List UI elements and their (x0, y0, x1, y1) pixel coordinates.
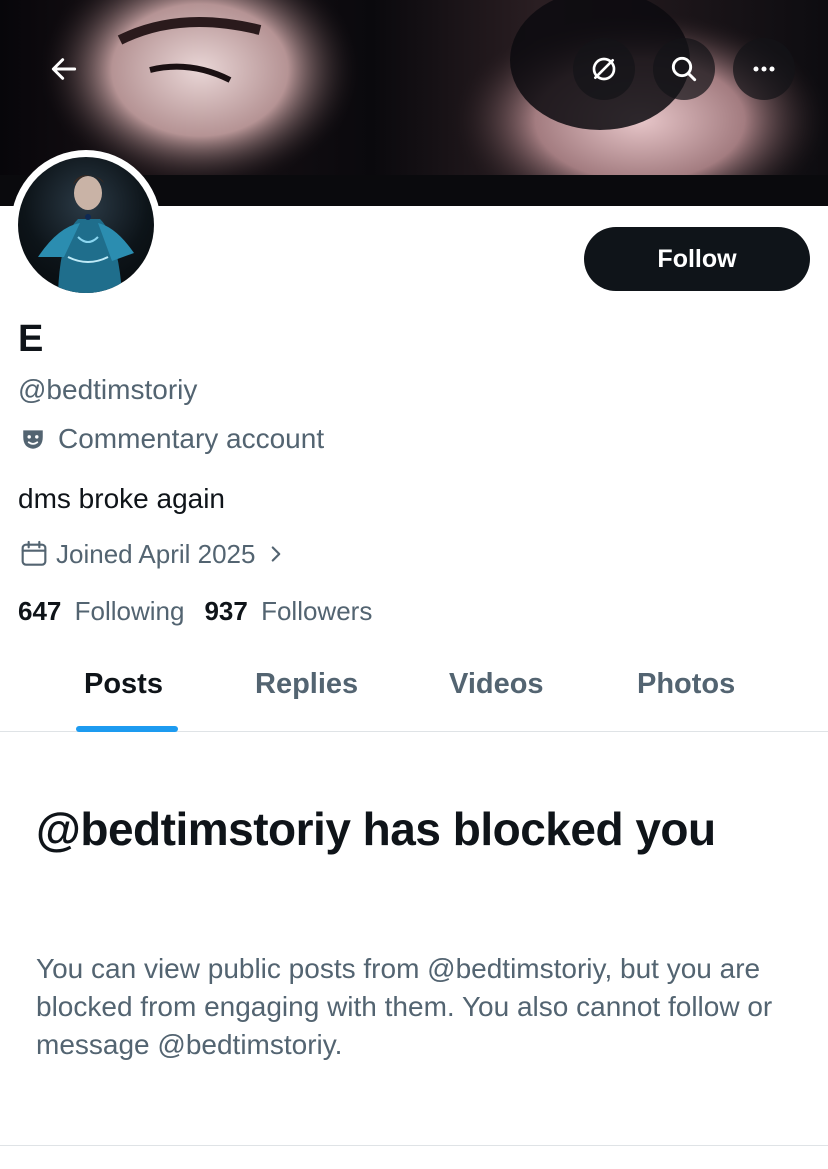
divider (0, 1145, 828, 1146)
display-name: E (18, 318, 44, 360)
avatar[interactable] (11, 150, 161, 300)
account-label-text: Commentary account (58, 423, 325, 454)
bio: dms broke again (18, 483, 226, 514)
follow-button[interactable]: Follow (584, 227, 810, 291)
active-tab-indicator (76, 726, 178, 732)
avatar-image (18, 157, 154, 293)
following-link[interactable]: 647 Following (18, 596, 184, 627)
back-arrow-icon (51, 58, 77, 80)
profile-tabs: Posts Replies Videos Photos (0, 654, 828, 732)
followers-link[interactable]: 937 Followers (204, 596, 372, 627)
blocked-title: @bedtimstoriy has blocked you (36, 803, 716, 855)
more-button[interactable] (733, 38, 795, 100)
profile-page: Follow E @bedtimstoriy Commentary accoun… (0, 0, 828, 1169)
tab-photos[interactable]: Photos (637, 668, 735, 701)
tab-posts[interactable]: Posts (84, 668, 163, 701)
following-count: 647 (18, 596, 62, 626)
rotate-icon (592, 57, 616, 81)
blocked-description: You can view public posts from @bedtimst… (36, 953, 773, 1060)
tab-replies[interactable]: Replies (255, 668, 358, 701)
more-icon (753, 66, 775, 72)
account-label[interactable]: Commentary account (18, 421, 324, 457)
rotate-button[interactable] (573, 38, 635, 100)
search-icon (671, 56, 697, 82)
calendar-icon (21, 540, 47, 566)
search-button[interactable] (653, 38, 715, 100)
back-button[interactable] (33, 38, 95, 100)
chevron-right-icon (272, 546, 281, 562)
joined-text: Joined April 2025 (56, 538, 256, 569)
joined-date[interactable]: Joined April 2025 (18, 536, 287, 572)
followers-count: 937 (204, 596, 248, 626)
follow-stats: 647 Following 937 Followers (18, 596, 372, 627)
tab-videos[interactable]: Videos (449, 668, 544, 701)
theater-masks-icon (18, 424, 48, 454)
following-label: Following (74, 596, 185, 626)
handle: @bedtimstoriy (18, 374, 198, 405)
followers-label: Followers (261, 596, 373, 626)
